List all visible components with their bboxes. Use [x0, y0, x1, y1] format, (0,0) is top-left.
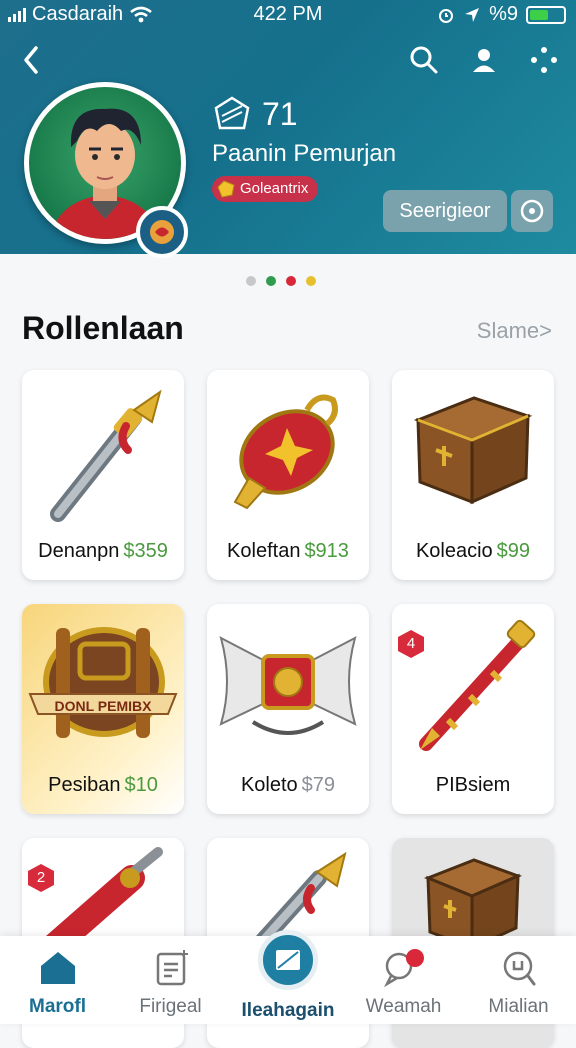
- page-dot[interactable]: [286, 276, 296, 286]
- item-name: PIBsiem: [435, 774, 511, 796]
- page-dot[interactable]: [266, 276, 276, 286]
- player-level: 71: [212, 94, 298, 134]
- clipboard-icon: [156, 950, 188, 986]
- item-name: Denanpn: [38, 540, 120, 562]
- treasure-chest-icon: [28, 627, 178, 738]
- location-icon: [465, 7, 480, 22]
- header-action-button[interactable]: Seerigieor: [383, 190, 507, 232]
- target-button[interactable]: [511, 190, 553, 232]
- level-shield-icon: [214, 96, 250, 130]
- wooden-crate-icon: [413, 396, 533, 505]
- battery-percent: %9: [489, 3, 518, 25]
- status-bar: Casdaraih 422 PM %9: [0, 0, 576, 28]
- item-name: Koleto: [240, 774, 298, 796]
- item-price: $913: [304, 540, 349, 562]
- alarm-icon: [439, 8, 454, 23]
- rank-badge: Goleantrix: [212, 176, 319, 202]
- tab-firigeal[interactable]: Firigeal: [113, 936, 228, 1024]
- gold-gem-icon: [217, 180, 235, 198]
- tab-marofl[interactable]: Marofl: [0, 936, 115, 1024]
- top-navigation: [0, 40, 576, 80]
- red-lantern-icon: [233, 394, 338, 510]
- scroll-bow-icon: [219, 636, 357, 735]
- more-icon[interactable]: [528, 44, 560, 76]
- pickaxe-icon: [50, 389, 162, 522]
- profile-icon[interactable]: [468, 44, 500, 76]
- center-action-button[interactable]: [258, 930, 318, 990]
- see-more-link[interactable]: Slame>: [477, 318, 552, 344]
- item-name: Pesiban: [48, 774, 121, 796]
- search-icon: [503, 951, 536, 986]
- page-dot[interactable]: [246, 276, 256, 286]
- back-icon[interactable]: [18, 40, 52, 80]
- profile-header: Casdaraih 422 PM %9 71 Paanin Pemurjan G…: [0, 0, 576, 258]
- rank-emblem-icon: [136, 206, 188, 258]
- item-price: $99: [496, 540, 531, 562]
- center-action-label[interactable]: Ileahagain: [218, 1000, 358, 1022]
- tab-weamah[interactable]: Weamah: [346, 936, 461, 1024]
- item-price: $10: [124, 774, 158, 796]
- item-card[interactable]: Koleacio $99: [392, 370, 554, 580]
- item-price: $359: [123, 540, 168, 562]
- player-name: Paanin Pemurjan: [212, 140, 397, 167]
- item-card[interactable]: Koleftan $913: [207, 370, 369, 580]
- item-price: $79: [301, 774, 336, 796]
- search-icon[interactable]: [408, 44, 440, 76]
- item-card[interactable]: DONL PEMIBX Pesiban $10: [22, 604, 184, 814]
- battery-icon: [526, 5, 566, 24]
- page-indicator: [246, 276, 316, 286]
- item-card[interactable]: 4 PIBsiem: [392, 604, 554, 814]
- center-action-icon: [276, 950, 300, 970]
- item-name: Koleftan: [227, 540, 301, 562]
- item-banner-text: DONL PEMIBX: [54, 698, 152, 714]
- target-icon: [520, 199, 544, 223]
- golden-wand-icon: [419, 619, 536, 751]
- item-name: Koleacio: [415, 540, 493, 562]
- section-title: Rollenlaan: [22, 310, 184, 346]
- home-icon: [41, 952, 75, 984]
- tab-mialian[interactable]: Mialian: [461, 936, 576, 1024]
- chat-icon: [383, 949, 424, 988]
- level-value: 71: [262, 95, 298, 132]
- item-card[interactable]: Koleto $79: [207, 604, 369, 814]
- page-dot[interactable]: [306, 276, 316, 286]
- item-card[interactable]: Denanpn $359: [22, 370, 184, 580]
